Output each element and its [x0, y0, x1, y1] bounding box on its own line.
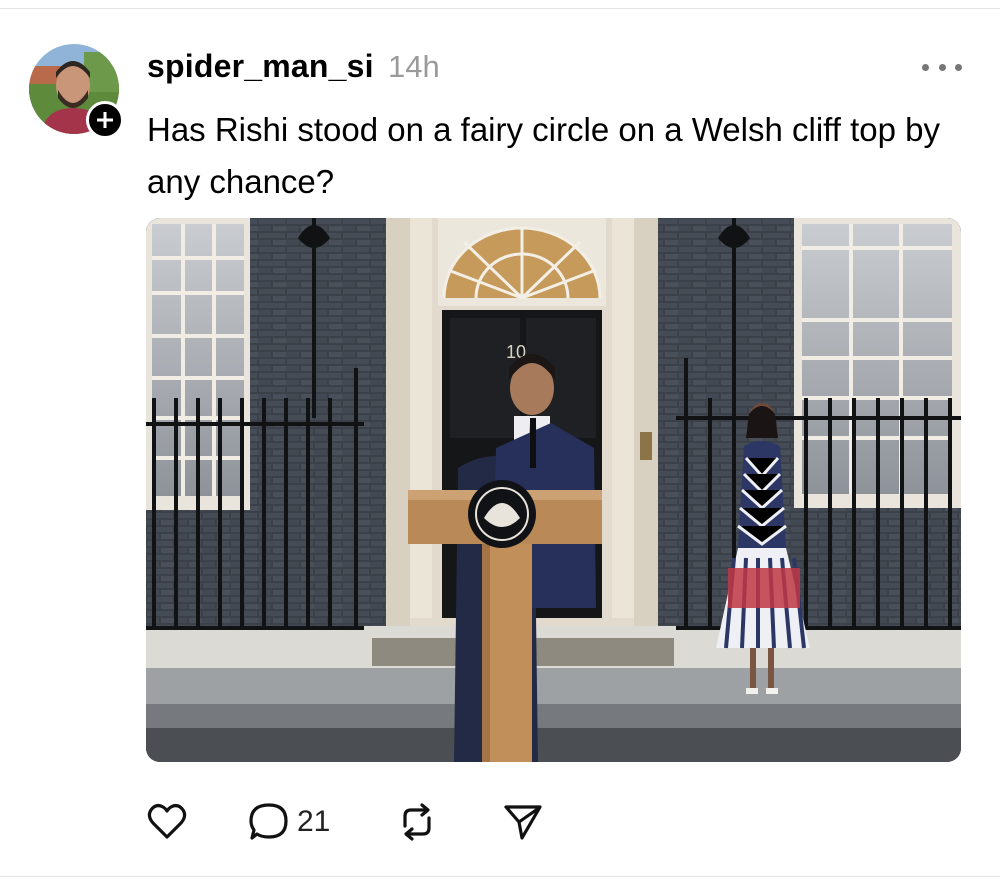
post-text: Has Rishi stood on a fairy circle on a W… [147, 111, 940, 200]
follow-button[interactable] [86, 101, 124, 139]
send-icon [504, 805, 542, 840]
downing-street-photo: 10 [146, 218, 961, 762]
post-image[interactable]: 10 [146, 218, 961, 762]
more-dot-icon [938, 63, 946, 71]
share-button[interactable] [501, 798, 545, 846]
speech-bubble-icon [249, 803, 288, 840]
repost-button[interactable] [395, 798, 439, 846]
reply-button[interactable]: 21 [247, 798, 330, 846]
more-dot-icon [922, 63, 929, 71]
repost-icon [403, 803, 431, 841]
more-options-button[interactable] [918, 56, 966, 78]
heart-icon [147, 803, 187, 839]
timestamp: 14h [388, 49, 440, 84]
like-button[interactable] [145, 798, 189, 846]
plus-icon [97, 112, 113, 128]
more-dot-icon [955, 63, 962, 71]
thread-post: spider_man_si 14h Has Rishi stood on a f… [0, 0, 1000, 885]
post-action-bar: 21 [145, 798, 565, 846]
reply-count: 21 [297, 805, 331, 838]
username[interactable]: spider_man_si [147, 48, 374, 85]
bottom-divider [0, 876, 1000, 877]
